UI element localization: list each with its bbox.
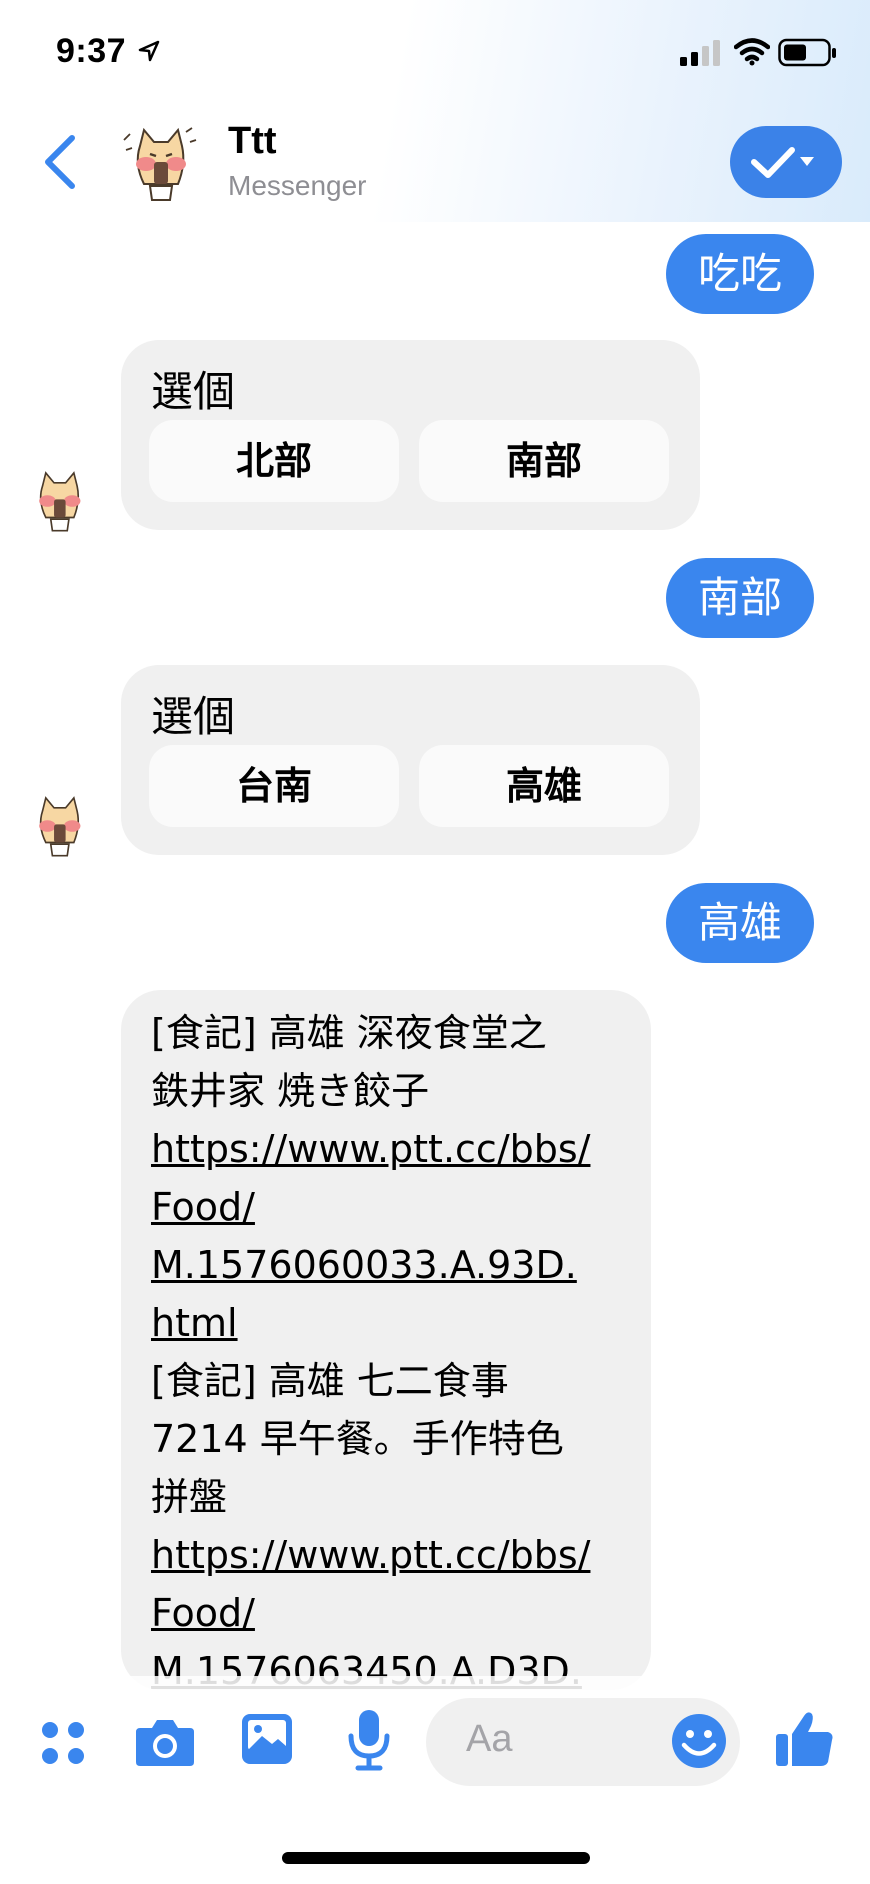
- quick-reply-card: 選個 北部 南部: [121, 340, 700, 530]
- contact-subtitle: Messenger: [228, 170, 367, 201]
- home-indicator: [282, 1852, 590, 1864]
- incoming-message[interactable]: [食記] 高雄 深夜食堂之 鉄井家 焼き餃子 https://www.ptt.c…: [121, 990, 651, 1690]
- message-link[interactable]: M.1576060033.A.93D.: [151, 1236, 631, 1294]
- emoji-icon[interactable]: [670, 1712, 728, 1770]
- message-line: 7214 早午餐。手作特色: [151, 1417, 564, 1461]
- message-link[interactable]: Food/: [151, 1178, 631, 1236]
- message-link[interactable]: https://www.ptt.cc/bbs/: [151, 1120, 631, 1178]
- message-line: [食記] 高雄 深夜食堂之: [151, 1011, 547, 1055]
- outgoing-message[interactable]: 吃吃: [665, 234, 814, 314]
- message-line: 拼盤: [151, 1475, 228, 1519]
- wifi-icon: [734, 38, 770, 66]
- message-link[interactable]: Food/: [151, 1584, 631, 1642]
- cellular-signal-icon: [680, 40, 720, 66]
- option-button-south[interactable]: 南部: [419, 420, 669, 502]
- battery-icon: [778, 38, 836, 67]
- message-input-placeholder: Aa: [466, 1718, 513, 1760]
- message-link[interactable]: html: [151, 1294, 631, 1352]
- message-link[interactable]: https://www.ptt.cc/bbs/: [151, 1526, 631, 1584]
- option-button-tainan[interactable]: 台南: [149, 745, 399, 827]
- option-button-north[interactable]: 北部: [149, 420, 399, 502]
- thumbs-up-icon[interactable]: [774, 1708, 836, 1770]
- message-line: [食記] 高雄 七二食事: [151, 1359, 509, 1403]
- outgoing-message[interactable]: 南部: [665, 558, 814, 638]
- photo-icon[interactable]: [240, 1712, 294, 1766]
- card-title: 選個: [151, 692, 236, 741]
- microphone-icon[interactable]: [346, 1708, 392, 1772]
- verified-check-icon: [751, 147, 814, 178]
- quick-reply-card: 選個 台南 高雄: [121, 665, 700, 855]
- option-button-kaohsiung[interactable]: 高雄: [419, 745, 669, 827]
- status-time: 9:37: [56, 32, 127, 70]
- back-chevron-icon[interactable]: [40, 132, 80, 192]
- camera-icon[interactable]: [134, 1714, 196, 1770]
- menu-dots-icon[interactable]: [38, 1718, 88, 1768]
- card-title: 選個: [151, 367, 236, 416]
- avatar[interactable]: [26, 468, 92, 534]
- avatar[interactable]: [120, 124, 200, 204]
- avatar[interactable]: [26, 793, 92, 859]
- contact-name[interactable]: Ttt: [228, 120, 277, 163]
- message-line: 鉄井家 焼き餃子: [151, 1069, 430, 1113]
- verified-dropdown-button[interactable]: [730, 126, 842, 198]
- outgoing-message[interactable]: 高雄: [665, 883, 814, 963]
- location-arrow-icon: [138, 40, 160, 62]
